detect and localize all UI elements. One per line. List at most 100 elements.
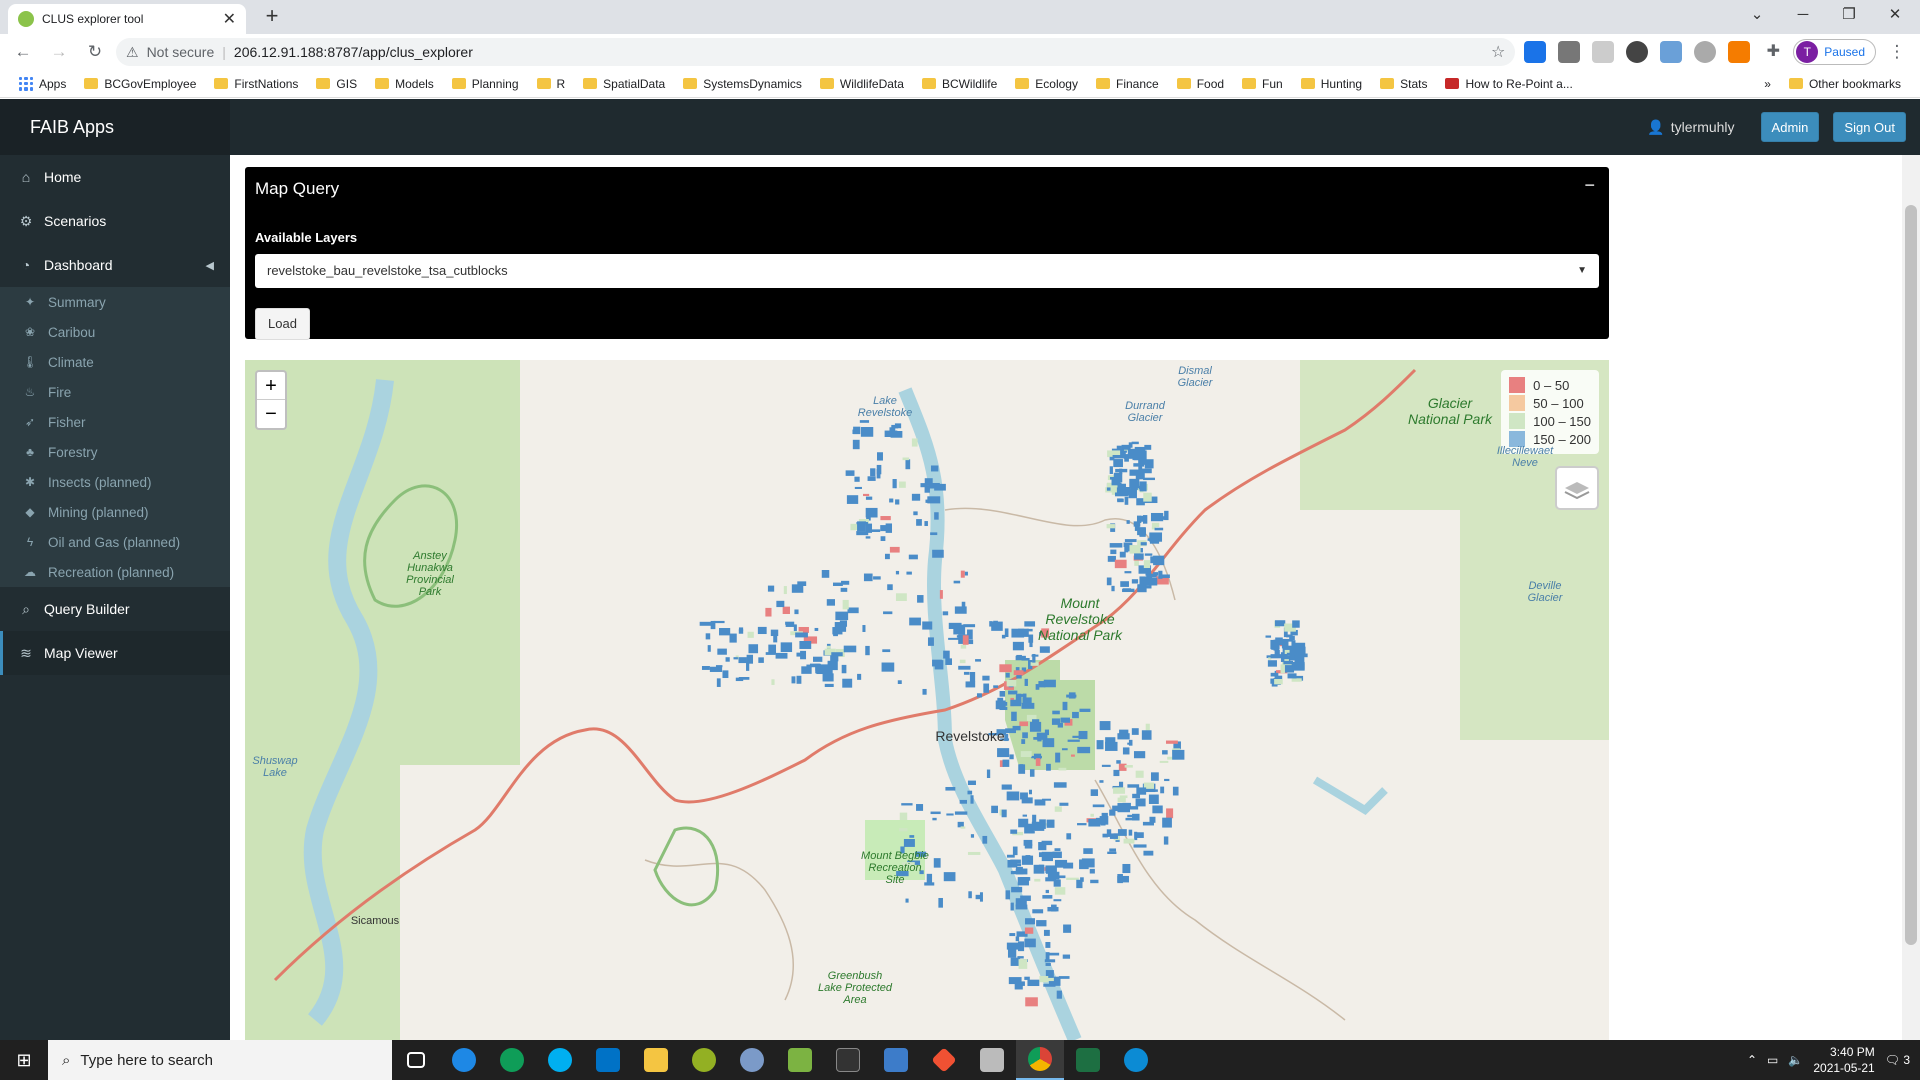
leaflet-map[interactable]: + − 0 – 50 50 – 100 100 – 150 150 – 200 …	[245, 360, 1609, 1040]
cutblock	[1021, 797, 1033, 804]
bookmark-folder[interactable]: FirstNations	[205, 77, 307, 91]
restore-window-button[interactable]: ❐	[1826, 0, 1872, 30]
cutblock	[889, 498, 894, 503]
cutblock	[891, 424, 899, 429]
page-scrollbar[interactable]	[1902, 155, 1920, 1040]
r-icon[interactable]	[728, 1040, 776, 1080]
extension-icon[interactable]	[1558, 41, 1581, 63]
system-tray: ⌃ ▭ 🔈 3:40 PM 2021-05-21 🗨 3	[1747, 1044, 1920, 1076]
cutblock	[1006, 791, 1020, 801]
sign-out-button[interactable]: Sign Out	[1833, 112, 1906, 142]
scrollbar-thumb[interactable]	[1905, 205, 1917, 945]
browser-tab[interactable]: CLUS explorer tool ✕	[8, 4, 246, 34]
bookmark-folder[interactable]: SpatialData	[574, 77, 674, 91]
bookmark-folder[interactable]: GIS	[307, 77, 366, 91]
bookmark-apps[interactable]: Apps	[10, 76, 75, 91]
extension-icon[interactable]	[1626, 41, 1649, 63]
bookmark-star-icon[interactable]: ☆	[1491, 42, 1505, 62]
sidebar-item-query-builder[interactable]: ⌕ Query Builder	[0, 587, 230, 631]
app-icon[interactable]	[872, 1040, 920, 1080]
bookmark-folder[interactable]: R	[528, 77, 575, 91]
extension-icon[interactable]	[1728, 41, 1751, 63]
bookmark-folder[interactable]: BCWildlife	[913, 77, 1006, 91]
bookmark-folder[interactable]: Ecology	[1006, 77, 1087, 91]
sidebar-item-dashboard[interactable]: ◔ Dashboard ◀	[0, 243, 230, 287]
sidebar-item-summary[interactable]: ✦ Summary	[0, 287, 230, 317]
other-bookmarks[interactable]: Other bookmarks	[1780, 77, 1910, 91]
sidebar-item-forestry[interactable]: ♣ Forestry	[0, 437, 230, 467]
bookmark-folder[interactable]: Hunting	[1292, 77, 1371, 91]
ie-icon[interactable]	[440, 1040, 488, 1080]
close-tab-icon[interactable]: ✕	[223, 9, 236, 29]
sidebar-item-scenarios[interactable]: ⚙ Scenarios	[0, 199, 230, 243]
bookmarks-overflow[interactable]: »	[1755, 77, 1780, 91]
outlook-icon[interactable]	[584, 1040, 632, 1080]
brand-logo[interactable]: FAIB Apps	[0, 99, 230, 155]
menu-icon[interactable]: ⋮	[1882, 37, 1912, 67]
extension-icon[interactable]	[1592, 41, 1615, 63]
cutblock	[1079, 859, 1089, 870]
skype-icon[interactable]	[536, 1040, 584, 1080]
sidebar-item-mining[interactable]: ◆ Mining (planned)	[0, 497, 230, 527]
puzzle-icon[interactable]: ✚	[1762, 41, 1784, 63]
task-view-icon[interactable]	[392, 1040, 440, 1080]
bookmark-folder[interactable]: Planning	[443, 77, 528, 91]
sidebar-item-fisher[interactable]: ➶ Fisher	[0, 407, 230, 437]
zoom-in-button[interactable]: +	[257, 372, 285, 400]
bookmark-folder[interactable]: Fun	[1233, 77, 1292, 91]
app-icon[interactable]	[968, 1040, 1016, 1080]
taskbar-search[interactable]: ⌕ Type here to search	[48, 1040, 392, 1080]
sidebar-item-map-viewer[interactable]: ≋ Map Viewer	[0, 631, 230, 675]
chrome-icon[interactable]	[1016, 1040, 1064, 1080]
git-icon[interactable]	[920, 1040, 968, 1080]
minimize-box-button[interactable]: −	[1584, 175, 1595, 196]
edge-icon[interactable]	[1112, 1040, 1160, 1080]
qgis-icon[interactable]	[680, 1040, 728, 1080]
sidebar-item-home[interactable]: ⌂ Home	[0, 155, 230, 199]
sidebar-item-insects[interactable]: ✱ Insects (planned)	[0, 467, 230, 497]
admin-button[interactable]: Admin	[1760, 112, 1820, 142]
layer-select[interactable]: revelstoke_bau_revelstoke_tsa_cutblocks …	[255, 254, 1599, 288]
zoom-out-button[interactable]: −	[257, 400, 285, 428]
bookmark-folder[interactable]: Models	[366, 77, 443, 91]
network-icon[interactable]: ▭	[1767, 1053, 1778, 1067]
terminal-icon[interactable]	[824, 1040, 872, 1080]
omnibox[interactable]: ⚠ Not secure | 206.12.91.188:8787/app/cl…	[116, 38, 1516, 66]
user-menu[interactable]: 👤 tylermuhly	[1647, 119, 1734, 136]
extension-icon[interactable]	[1524, 41, 1547, 63]
file-explorer-icon[interactable]	[632, 1040, 680, 1080]
bookmark-folder[interactable]: BCGovEmployee	[75, 77, 205, 91]
notepad-icon[interactable]	[776, 1040, 824, 1080]
tray-chevron-icon[interactable]: ⌃	[1747, 1053, 1757, 1067]
sidebar-item-oil-gas[interactable]: ϟ Oil and Gas (planned)	[0, 527, 230, 557]
close-window-button[interactable]: ✕	[1872, 0, 1918, 30]
sidebar-item-recreation[interactable]: ☁ Recreation (planned)	[0, 557, 230, 587]
extension-icon[interactable]	[1694, 41, 1717, 63]
back-icon[interactable]: ←	[8, 37, 38, 67]
profile-button[interactable]: T Paused	[1793, 39, 1876, 65]
bookmark-link[interactable]: How to Re-Point a...	[1436, 77, 1581, 91]
reload-icon[interactable]: ↻	[80, 37, 110, 67]
app-icon[interactable]	[488, 1040, 536, 1080]
extension-icon[interactable]	[1660, 41, 1683, 63]
excel-icon[interactable]	[1064, 1040, 1112, 1080]
cutblock	[982, 835, 988, 844]
new-tab-button[interactable]: +	[258, 4, 286, 30]
notifications-icon[interactable]: 🗨 3	[1885, 1053, 1910, 1067]
windows-start-icon[interactable]: ⊞	[0, 1040, 48, 1080]
sidebar-item-climate[interactable]: 🌡 Climate	[0, 347, 230, 377]
bookmark-folder[interactable]: Finance	[1087, 77, 1168, 91]
bookmark-folder[interactable]: SystemsDynamics	[674, 77, 811, 91]
sidebar-item-caribou[interactable]: ❀ Caribou	[0, 317, 230, 347]
sidebar-item-fire[interactable]: ♨ Fire	[0, 377, 230, 407]
volume-icon[interactable]: 🔈	[1788, 1053, 1803, 1067]
bookmark-folder[interactable]: WildlifeData	[811, 77, 913, 91]
bookmark-folder[interactable]: Food	[1168, 77, 1233, 91]
forward-icon[interactable]: →	[44, 37, 74, 67]
clock[interactable]: 3:40 PM 2021-05-21	[1813, 1044, 1874, 1076]
minimize-window-button[interactable]: ─	[1780, 0, 1826, 30]
layers-control-button[interactable]	[1555, 466, 1599, 510]
tab-search-icon[interactable]: ⌄	[1734, 0, 1780, 30]
load-button[interactable]: Load	[255, 308, 310, 340]
bookmark-folder[interactable]: Stats	[1371, 77, 1436, 91]
